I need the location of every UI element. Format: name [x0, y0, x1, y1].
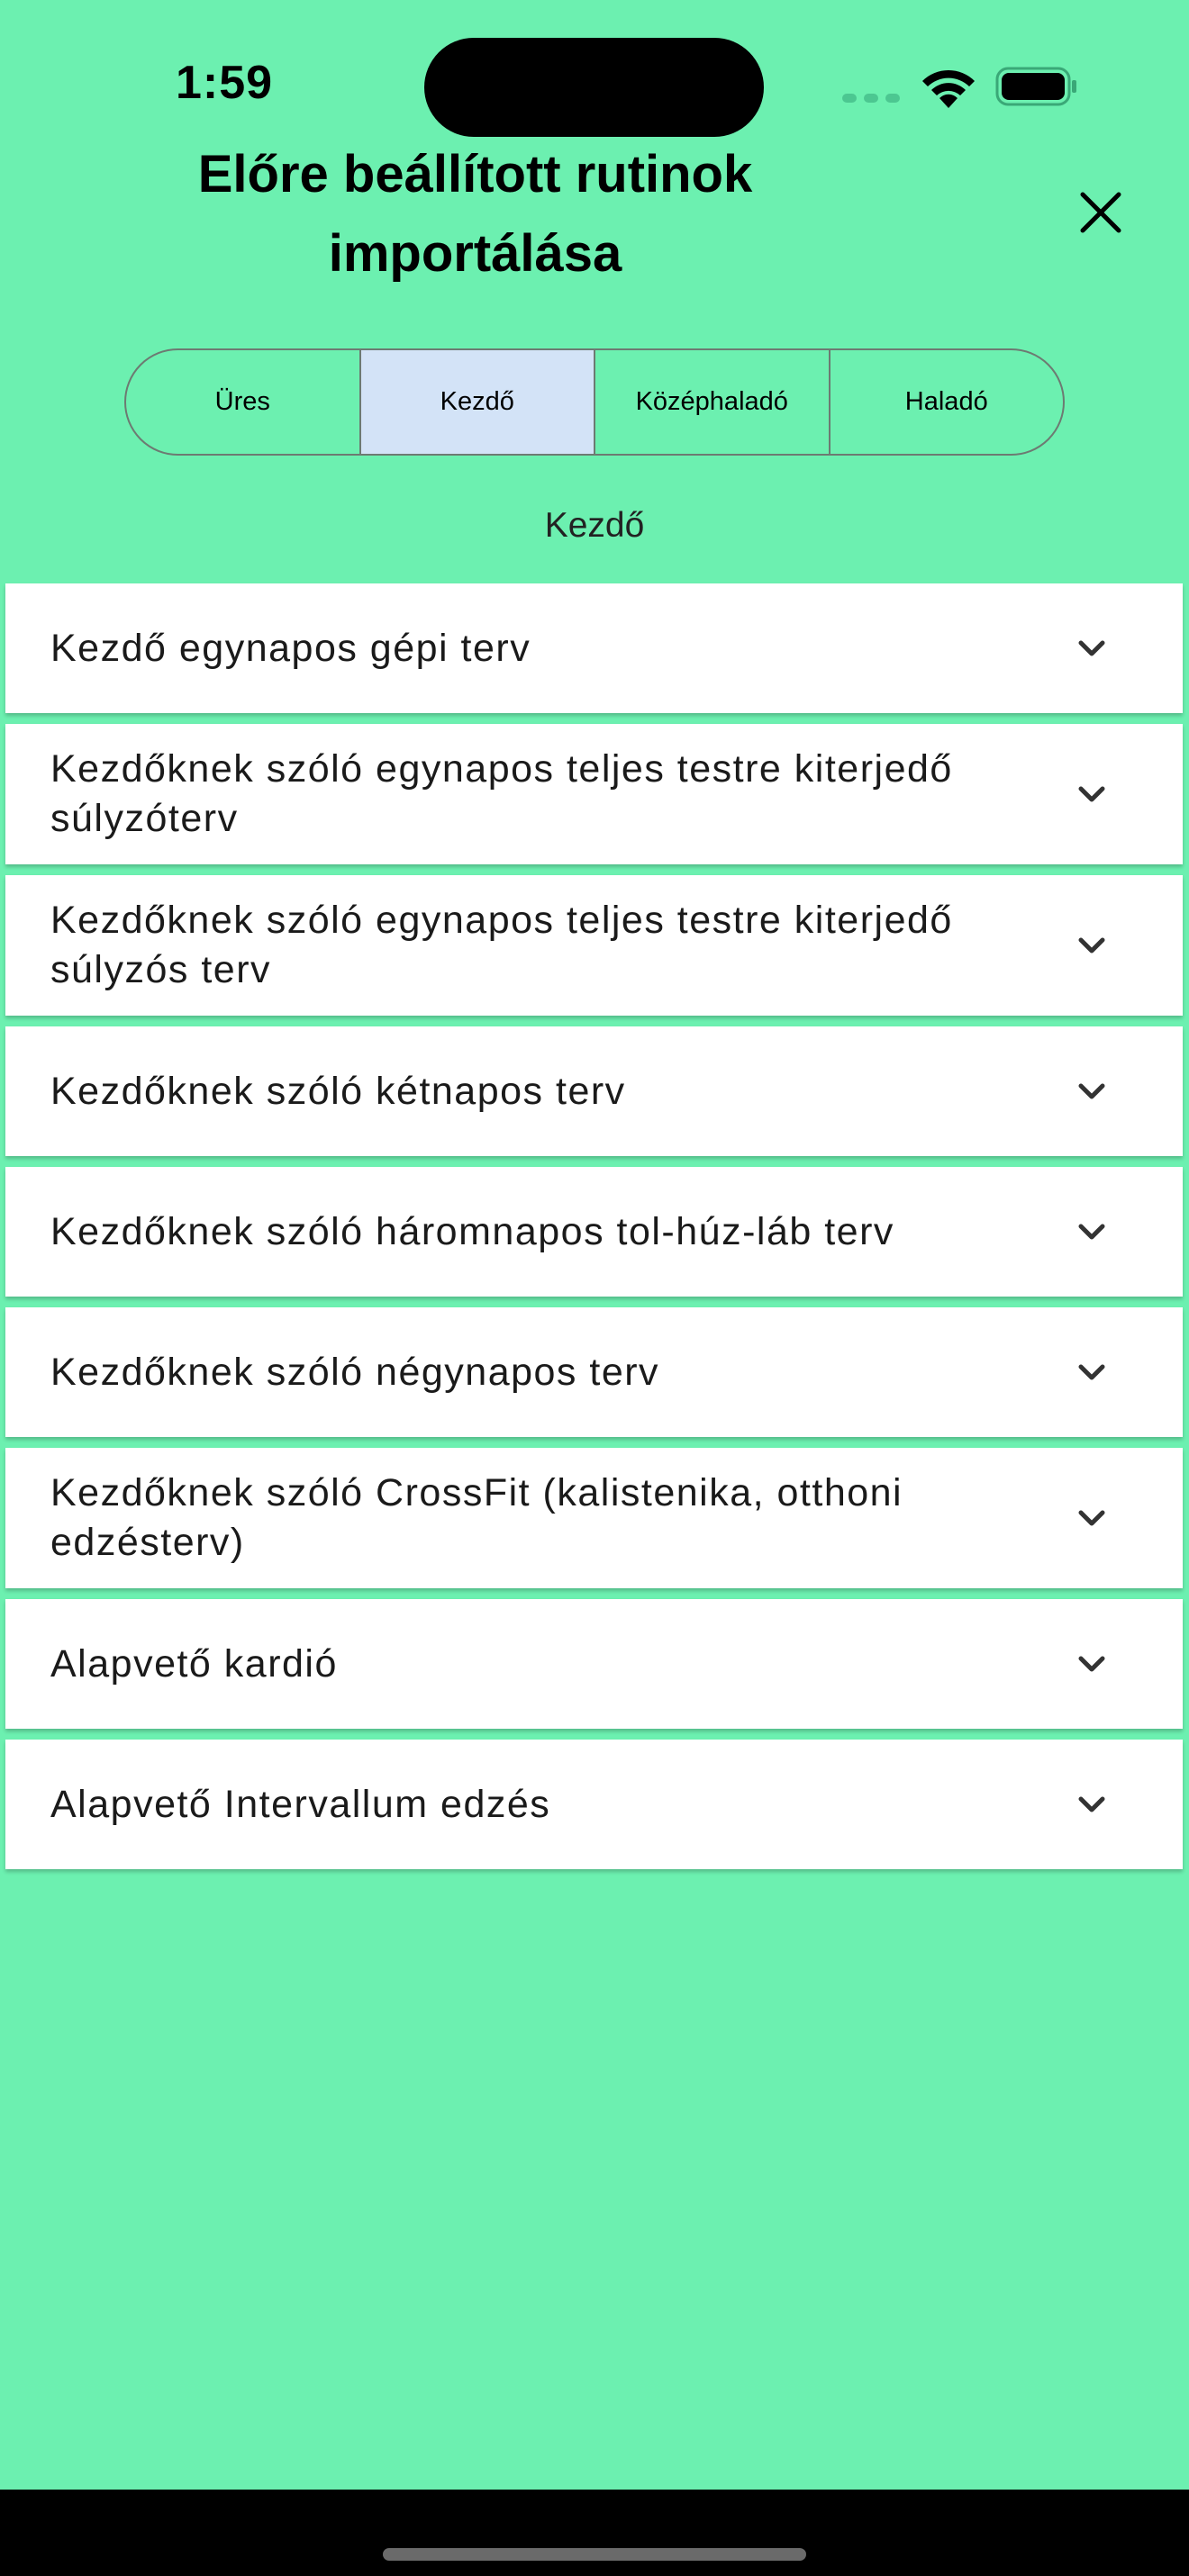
routine-item[interactable]: Kezdőknek szóló CrossFit (kalistenika, o…: [5, 1448, 1183, 1588]
routine-label: Kezdőknek szóló kétnapos terv: [50, 1069, 626, 1113]
tab-halado[interactable]: Haladó: [830, 350, 1064, 454]
chevron-down-icon[interactable]: [1074, 1073, 1110, 1109]
page-title: Előre beállított rutinok importálása: [197, 145, 753, 283]
tab-kozephalado[interactable]: Középhaladó: [595, 350, 830, 454]
battery-icon: [995, 67, 1076, 106]
routine-item[interactable]: Alapvető kardió: [5, 1599, 1183, 1729]
bottom-bar: [0, 2490, 1189, 2576]
cellular-signal-icon: [842, 94, 900, 103]
chevron-down-icon[interactable]: [1074, 1500, 1110, 1536]
routine-item[interactable]: Kezdő egynapos gépi terv: [5, 583, 1183, 713]
routine-item[interactable]: Kezdőknek szóló kétnapos terv: [5, 1026, 1183, 1156]
routine-list: Kezdő egynapos gépi terv Kezdőknek szóló…: [5, 583, 1183, 1880]
chevron-down-icon[interactable]: [1074, 776, 1110, 812]
routine-label: Kezdőknek szóló egynapos teljes testre k…: [50, 747, 953, 840]
status-time: 1:59: [176, 57, 274, 109]
chevron-down-icon[interactable]: [1074, 1786, 1110, 1822]
chevron-down-icon[interactable]: [1074, 927, 1110, 963]
tab-kezdo[interactable]: Kezdő: [360, 350, 595, 454]
screen: 1:59 Előre beállított rutinok importálás…: [0, 0, 1189, 2576]
chevron-down-icon[interactable]: [1074, 1646, 1110, 1682]
routine-label: Alapvető Intervallum edzés: [50, 1782, 551, 1826]
routine-label: Kezdőknek szóló háromnapos tol-húz-láb t…: [50, 1209, 894, 1253]
close-icon[interactable]: [1074, 185, 1128, 240]
home-indicator[interactable]: [383, 2548, 806, 2561]
chevron-down-icon[interactable]: [1074, 630, 1110, 666]
routine-label: Alapvető kardió: [50, 1641, 338, 1686]
routine-label: Kezdőknek szóló egynapos teljes testre k…: [50, 899, 953, 991]
routine-item[interactable]: Kezdőknek szóló háromnapos tol-húz-láb t…: [5, 1167, 1183, 1297]
section-label: Kezdő: [544, 506, 645, 545]
routine-item[interactable]: Alapvető Intervallum edzés: [5, 1740, 1183, 1869]
wifi-icon: [922, 69, 975, 108]
routine-item[interactable]: Kezdőknek szóló egynapos teljes testre k…: [5, 875, 1183, 1016]
routine-label: Kezdőknek szóló négynapos terv: [50, 1350, 660, 1394]
routine-label: Kezdőknek szóló CrossFit (kalistenika, o…: [50, 1471, 903, 1564]
routine-item[interactable]: Kezdőknek szóló egynapos teljes testre k…: [5, 724, 1183, 864]
chevron-down-icon[interactable]: [1074, 1214, 1110, 1250]
routine-item[interactable]: Kezdőknek szóló négynapos terv: [5, 1307, 1183, 1437]
chevron-down-icon[interactable]: [1074, 1354, 1110, 1390]
tab-ures[interactable]: Üres: [126, 350, 361, 454]
routine-label: Kezdő egynapos gépi terv: [50, 626, 531, 670]
dynamic-island: [424, 38, 764, 137]
level-segmented-control: Üres Kezdő Középhaladó Haladó: [124, 348, 1065, 456]
